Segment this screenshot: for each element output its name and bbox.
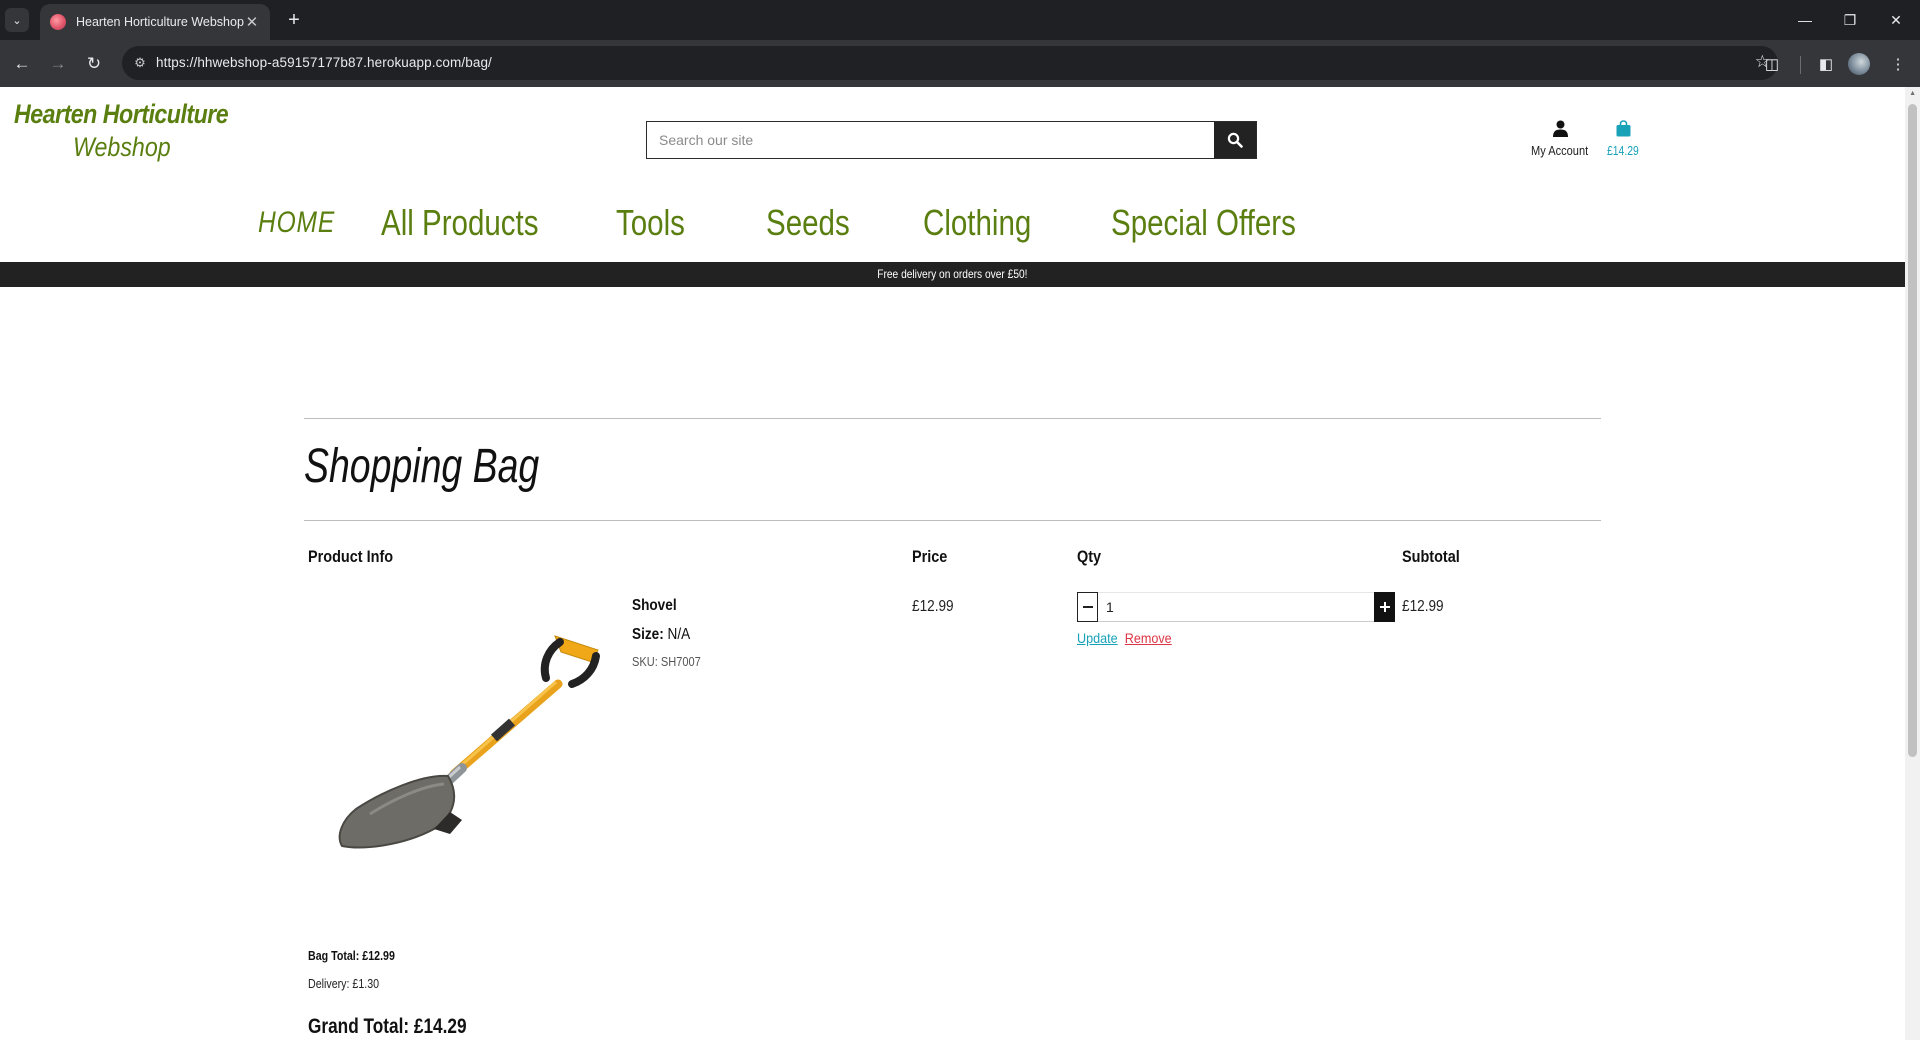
page-viewport: Hearten Horticulture Webshop My Account — [0, 87, 1920, 1040]
quantity-stepper — [1077, 592, 1395, 622]
update-link[interactable]: Update — [1077, 630, 1118, 646]
site-favicon-icon — [50, 14, 66, 30]
toolbar-divider — [1800, 56, 1801, 74]
reload-icon[interactable]: ↻ — [80, 50, 108, 78]
browser-tab[interactable]: Hearten Horticulture Webshop ✕ — [40, 4, 270, 40]
delivery-cost: Delivery: £1.30 — [308, 976, 380, 991]
browser-menu-icon[interactable]: ⋮ — [1886, 52, 1910, 76]
minimize-icon[interactable]: — — [1785, 8, 1825, 32]
grand-total: Grand Total: £14.29 — [308, 1015, 467, 1038]
header-subtotal: Subtotal — [1402, 547, 1460, 566]
bag-total-amount: £14.29 — [1607, 143, 1639, 158]
free-delivery-text: Free delivery on orders over £50! — [877, 267, 1028, 281]
header-qty: Qty — [1077, 547, 1102, 566]
tab-close-icon[interactable]: ✕ — [244, 13, 260, 31]
product-size-value: N/A — [667, 626, 691, 643]
nav-tools[interactable]: Tools — [616, 202, 685, 244]
logo-line-2: Webshop — [73, 132, 171, 162]
my-account-label: My Account — [1531, 143, 1589, 158]
tab-title: Hearten Horticulture Webshop — [76, 15, 244, 29]
product-size-label: Size: — [632, 626, 664, 643]
shopping-bag-icon — [1616, 120, 1630, 137]
profile-avatar[interactable] — [1848, 53, 1870, 75]
header-product-info: Product Info — [308, 547, 394, 566]
url-text[interactable]: https://hhwebshop-a59157177b87.herokuapp… — [156, 55, 492, 70]
plus-icon — [1379, 602, 1390, 612]
minus-icon — [1082, 606, 1093, 608]
new-tab-plus-icon[interactable]: + — [282, 8, 306, 32]
quantity-input[interactable] — [1098, 592, 1374, 622]
nav-all-products[interactable]: All Products — [381, 202, 539, 244]
logo-line-1: Hearten Horticulture — [14, 99, 229, 129]
my-account-link[interactable]: My Account — [1522, 120, 1598, 160]
search-form — [646, 121, 1257, 159]
free-delivery-banner: Free delivery on orders over £50! — [0, 262, 1905, 287]
scroll-up-arrow-icon[interactable]: ▲ — [1909, 90, 1916, 97]
search-icon — [1227, 132, 1243, 148]
shovel-product-image — [338, 635, 600, 849]
nav-home[interactable]: HOME — [258, 206, 335, 240]
title-bottom-divider — [304, 520, 1601, 521]
webshop-page: Hearten Horticulture Webshop My Account — [0, 87, 1905, 1040]
browser-tabstrip: ⌄ Hearten Horticulture Webshop ✕ + — ❐ ✕ — [0, 0, 1920, 40]
title-top-divider — [304, 418, 1601, 419]
product-price: £12.99 — [912, 598, 954, 615]
header-price: Price — [912, 547, 948, 566]
side-panel-icon[interactable]: ◧ — [1814, 52, 1838, 76]
restore-icon[interactable]: ❐ — [1830, 8, 1870, 32]
address-bar[interactable]: ⚙ https://hhwebshop-a59157177b87.herokua… — [122, 46, 1778, 80]
nav-special-offers[interactable]: Special Offers — [1111, 202, 1296, 244]
product-size: Size: N/A — [632, 626, 690, 644]
extensions-puzzle-icon[interactable]: ◫ — [1760, 52, 1784, 76]
remove-link[interactable]: Remove — [1125, 630, 1172, 646]
tab-search-chevron-icon[interactable]: ⌄ — [5, 8, 29, 32]
search-button[interactable] — [1214, 122, 1256, 158]
scrollbar-thumb[interactable] — [1908, 104, 1917, 757]
page-title: Shopping Bag — [304, 440, 540, 493]
search-input[interactable] — [647, 122, 1214, 158]
decrement-qty-button[interactable] — [1077, 592, 1098, 622]
nav-clothing[interactable]: Clothing — [923, 202, 1031, 244]
increment-qty-button[interactable] — [1374, 592, 1395, 622]
nav-seeds[interactable]: Seeds — [766, 202, 850, 244]
page-scrollbar[interactable]: ▲ — [1905, 87, 1920, 1040]
bag-total: Bag Total: £12.99 — [308, 948, 395, 963]
shopping-bag-link[interactable]: £14.29 — [1599, 120, 1647, 160]
site-logo[interactable]: Hearten Horticulture Webshop — [14, 99, 263, 163]
user-icon — [1552, 120, 1568, 137]
product-sku: SKU: SH7007 — [632, 654, 701, 669]
site-info-tune-icon[interactable]: ⚙ — [130, 53, 150, 73]
browser-toolbar: ← → ↻ ⚙ https://hhwebshop-a59157177b87.h… — [0, 40, 1920, 87]
main-navigation: HOME All Products Tools Seeds Clothing S… — [0, 202, 1905, 252]
forward-arrow-icon[interactable]: → — [44, 50, 72, 78]
window-close-icon[interactable]: ✕ — [1876, 8, 1916, 32]
qty-actions: Update Remove — [1077, 630, 1172, 646]
product-name: Shovel — [632, 597, 677, 614]
back-arrow-icon[interactable]: ← — [8, 50, 36, 78]
product-subtotal: £12.99 — [1402, 598, 1444, 615]
